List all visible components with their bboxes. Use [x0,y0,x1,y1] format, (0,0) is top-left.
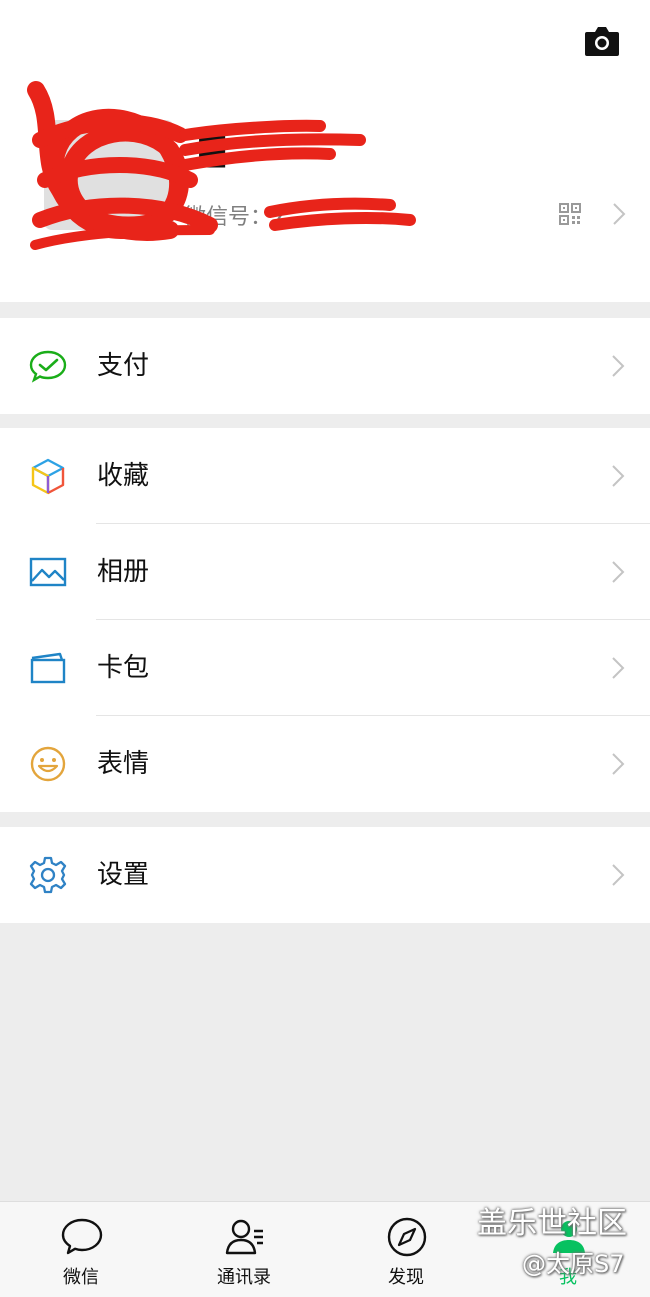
chevron-right-icon [612,561,625,583]
menu-item-cards[interactable]: 卡包 [0,620,650,716]
chevron-right-icon [612,753,625,775]
wechat-id-row[interactable]: 微信号：∠ [184,199,292,231]
chevron-right-icon [612,657,625,679]
card-wallet-icon [30,652,66,684]
menu-item-favorites[interactable]: 收藏 [0,428,650,524]
profile-header: ▐▌ 微信号：∠ [0,0,650,302]
favorites-cube-icon [31,458,65,495]
chevron-right-icon [612,864,625,886]
tab-contacts[interactable]: 通讯录 [184,1202,304,1297]
tab-me[interactable]: 我 [508,1202,628,1297]
tab-chats[interactable]: 微信 [21,1202,141,1297]
chevron-right-icon [612,355,625,377]
camera-icon[interactable] [583,24,621,58]
nickname: ▐▌ [186,128,239,168]
menu-item-pay[interactable]: 支付 [0,318,650,414]
gear-icon [29,856,67,894]
chevron-right-icon[interactable] [612,202,626,226]
menu-item-settings[interactable]: 设置 [0,827,650,923]
wechat-id-label: 微信号： [184,205,273,230]
tab-discover[interactable]: 发现 [346,1202,466,1297]
chat-bubble-icon [61,1218,103,1255]
tab-label: 微信 [63,1267,99,1288]
compass-icon [387,1217,427,1257]
section-settings: 设置 [0,827,650,923]
qr-code-icon[interactable] [558,202,582,226]
person-icon [553,1221,585,1253]
tab-label: 发现 [388,1267,424,1288]
section-pay: 支付 [0,318,650,414]
menu-item-album[interactable]: 相册 [0,524,650,620]
menu-item-stickers[interactable]: 表情 [0,716,650,812]
contacts-icon [225,1219,263,1255]
menu-item-label: 表情 [97,749,150,779]
album-picture-icon [29,557,67,587]
bottom-tab-bar: 微信 通讯录 发现 我 [0,1201,650,1297]
menu-item-label: 支付 [97,351,150,381]
menu-item-label: 相册 [97,557,150,587]
chevron-right-icon [612,465,625,487]
tab-label: 通讯录 [217,1267,271,1288]
section-tools: 收藏 相册 卡包 表情 [0,428,650,812]
menu-item-label: 卡包 [97,653,150,683]
tab-label: 我 [559,1267,577,1288]
menu-item-label: 收藏 [97,461,150,491]
smiley-face-icon [30,746,66,782]
wechat-id-value: ∠ [272,205,292,230]
pay-icon [29,350,67,383]
avatar[interactable] [44,120,174,230]
menu-item-label: 设置 [97,860,150,890]
